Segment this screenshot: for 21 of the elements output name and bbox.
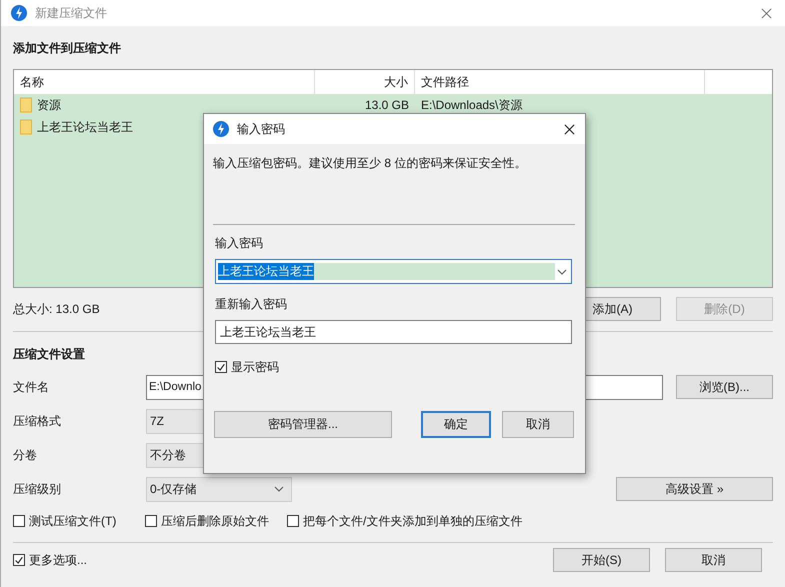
field-label: 分卷 [13,446,38,464]
option-label: 压缩后删除原始文件 [161,512,269,530]
file-size: 13.0 GB [364,97,409,114]
section-title: 添加文件到压缩文件 [13,40,122,57]
field-label: 文件名 [13,378,50,396]
field-label: 压缩级别 [13,480,62,498]
option-label: 显示密码 [231,358,279,376]
option-label: 更多选项... [29,552,88,568]
field-label: 输入密码 [215,235,264,252]
window-title: 新建压缩文件 [35,4,107,22]
dialog-description: 输入压缩包密码。建议使用至少 8 位的密码来保证安全性。 [213,155,528,172]
field-label: 压缩格式 [13,412,62,430]
file-name: 上老王论坛当老王 [37,119,133,136]
option-label: 测试压缩文件(T) [29,512,116,530]
section-title: 压缩文件设置 [13,346,86,363]
file-path: E:\Downloads\资源 [421,97,522,114]
total-size: 总大小: 13.0 GB [13,300,100,318]
dialog-title: 输入密码 [237,120,285,138]
field-label: 重新输入密码 [215,296,288,313]
file-name: 资源 [37,97,61,114]
option-label: 把每个文件/文件夹添加到单独的压缩文件 [303,512,522,530]
